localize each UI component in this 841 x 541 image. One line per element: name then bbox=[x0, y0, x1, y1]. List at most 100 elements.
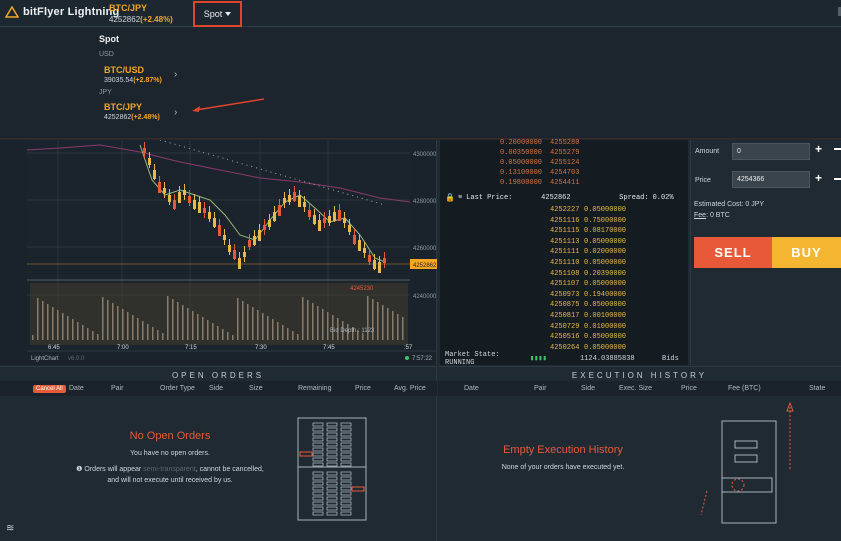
candle bbox=[203, 208, 206, 213]
spread-label: Spread: bbox=[619, 194, 649, 202]
last-price-row: 🔒 ≡ Last Price: 4252862 Spread: 0.02% bbox=[445, 192, 685, 204]
bid-row[interactable]: 4251116 0.75000000 bbox=[550, 216, 650, 227]
column-header[interactable]: Side bbox=[581, 385, 595, 392]
bid-size: 0.01000000 bbox=[584, 322, 627, 331]
bid-row[interactable]: 4251110 0.05000000 bbox=[550, 258, 650, 269]
bid-row[interactable]: 4251108 0.20390000 bbox=[550, 269, 650, 280]
logo[interactable]: bitFlyer Lightning bbox=[5, 6, 119, 18]
ask-row[interactable]: 0.19800000 4254411 bbox=[500, 178, 600, 189]
x-tick: 7:00 bbox=[117, 345, 129, 351]
candle bbox=[298, 196, 301, 207]
volume-bar bbox=[162, 333, 164, 340]
column-header[interactable]: Side bbox=[209, 385, 223, 392]
bid-row[interactable]: 4250516 0.05000000 bbox=[550, 332, 650, 343]
candle bbox=[323, 218, 326, 223]
last-price-value: 4252862 bbox=[541, 194, 571, 202]
current-pair[interactable]: BTC/JPY 4252862(+2.48%) bbox=[109, 3, 173, 24]
low-price-label: 4245230 bbox=[350, 286, 374, 292]
bid-size: 0.02000000 bbox=[584, 248, 627, 257]
amount-minus-button[interactable] bbox=[834, 148, 841, 150]
open-orders-title: OPEN ORDERS bbox=[171, 371, 265, 380]
bid-price: 4251115 bbox=[550, 227, 580, 236]
volume-bar bbox=[97, 334, 99, 340]
column-header[interactable]: Exec. Size bbox=[619, 385, 652, 392]
column-header[interactable]: Avg. Price bbox=[394, 385, 426, 392]
dropdown-item-btc-usd[interactable]: BTC/USD 39035.54(+2.87%) bbox=[104, 65, 162, 84]
candle bbox=[143, 148, 146, 153]
volume-bar bbox=[327, 312, 329, 340]
volume-bar bbox=[177, 302, 179, 340]
candle bbox=[223, 235, 226, 240]
market-state-bar: Market State: RUNNING ▮▮▮▮ 1124.03885838… bbox=[440, 351, 688, 367]
sell-button[interactable]: SELL bbox=[694, 237, 772, 268]
chevron-right-icon[interactable]: › bbox=[174, 107, 177, 118]
bid-row[interactable]: 4250817 0.00100000 bbox=[550, 311, 650, 322]
bid-row[interactable]: 4250973 0.19400000 bbox=[550, 290, 650, 301]
volume-bar bbox=[312, 303, 314, 340]
column-header[interactable]: Price bbox=[355, 385, 371, 392]
candle bbox=[178, 192, 181, 203]
bid-row[interactable]: 4250729 0.01000000 bbox=[550, 322, 650, 333]
x-tick: 6:45 bbox=[48, 345, 60, 351]
volume-bar bbox=[287, 328, 289, 340]
candle bbox=[368, 255, 371, 262]
amount-plus-button[interactable]: + bbox=[815, 142, 822, 156]
y-tick: 4280000 bbox=[413, 199, 437, 205]
bid-row[interactable]: 4251115 0.08170000 bbox=[550, 226, 650, 237]
volume-bar bbox=[317, 306, 319, 340]
bid-row[interactable]: 4251113 0.05000000 bbox=[550, 237, 650, 248]
candle bbox=[148, 158, 151, 165]
amount-input[interactable]: 0 bbox=[732, 143, 810, 160]
volume-bar bbox=[137, 318, 139, 340]
price-minus-button[interactable] bbox=[834, 178, 841, 180]
bid-price: 4251111 bbox=[550, 248, 580, 257]
volume-bar bbox=[92, 331, 94, 340]
volume-bar bbox=[72, 319, 74, 340]
column-header[interactable]: Date bbox=[464, 385, 479, 392]
price-input[interactable]: 4254366 bbox=[732, 171, 810, 188]
market-type-button[interactable]: Spot bbox=[193, 1, 242, 27]
volume-bar bbox=[297, 334, 299, 340]
market-dropdown: Spot USD BTC/USD 39035.54(+2.87%) › JPY … bbox=[0, 28, 841, 139]
price-plus-button[interactable]: + bbox=[815, 171, 822, 185]
bid-row[interactable]: 4251111 0.02000000 bbox=[550, 247, 650, 258]
lock-icon: 🔒 bbox=[445, 194, 455, 203]
column-header[interactable]: Fee (BTC) bbox=[728, 385, 761, 392]
volume-bar bbox=[32, 335, 34, 340]
no-orders-subtitle: You have no open orders. bbox=[130, 450, 210, 457]
bid-price: 4251116 bbox=[550, 216, 580, 225]
volume-bar bbox=[257, 310, 259, 340]
column-header[interactable]: Date bbox=[69, 385, 84, 392]
item-price: 39035.54 bbox=[104, 77, 134, 84]
bid-row[interactable]: 4251107 0.05000000 bbox=[550, 279, 650, 290]
wifi-icon[interactable]: ≋ bbox=[6, 523, 14, 534]
candle bbox=[288, 195, 291, 202]
bid-row[interactable]: 4250875 0.05000000 bbox=[550, 300, 650, 311]
column-header[interactable]: Price bbox=[681, 385, 697, 392]
column-header[interactable]: Pair bbox=[534, 385, 546, 392]
fee-link[interactable]: Fee bbox=[694, 212, 706, 219]
price-chart[interactable]: 4252862 4300000 4280000 4260000 4240000 … bbox=[0, 139, 437, 365]
column-header[interactable]: Size bbox=[249, 385, 263, 392]
bid-size: 0.05000000 bbox=[584, 280, 627, 289]
ask-price: 4255279 bbox=[550, 149, 580, 157]
bid-row[interactable]: 4252227 0.05000000 bbox=[550, 205, 650, 216]
column-header[interactable]: Order Type bbox=[160, 385, 195, 392]
buy-button[interactable]: BUY bbox=[772, 237, 841, 268]
dropdown-item-btc-jpy[interactable]: BTC/JPY 4252862(+2.48%) bbox=[104, 102, 160, 121]
candle bbox=[263, 225, 266, 230]
cancel-all-button[interactable]: Cancel All bbox=[33, 385, 66, 393]
bid-size: 0.05000000 bbox=[584, 333, 627, 342]
candle bbox=[343, 218, 346, 223]
column-header[interactable]: State bbox=[809, 385, 825, 392]
column-header[interactable]: Remaining bbox=[298, 385, 331, 392]
bid-price: 4250875 bbox=[550, 301, 580, 310]
chevron-right-icon[interactable]: › bbox=[174, 69, 177, 80]
column-header[interactable]: Pair bbox=[111, 385, 123, 392]
candle bbox=[193, 200, 196, 209]
volume-bar bbox=[217, 326, 219, 340]
candle bbox=[348, 225, 351, 232]
candle bbox=[268, 220, 271, 227]
candlestick-chart[interactable]: 4252862 4300000 4280000 4260000 4240000 … bbox=[0, 139, 437, 365]
volume-bar bbox=[122, 309, 124, 340]
